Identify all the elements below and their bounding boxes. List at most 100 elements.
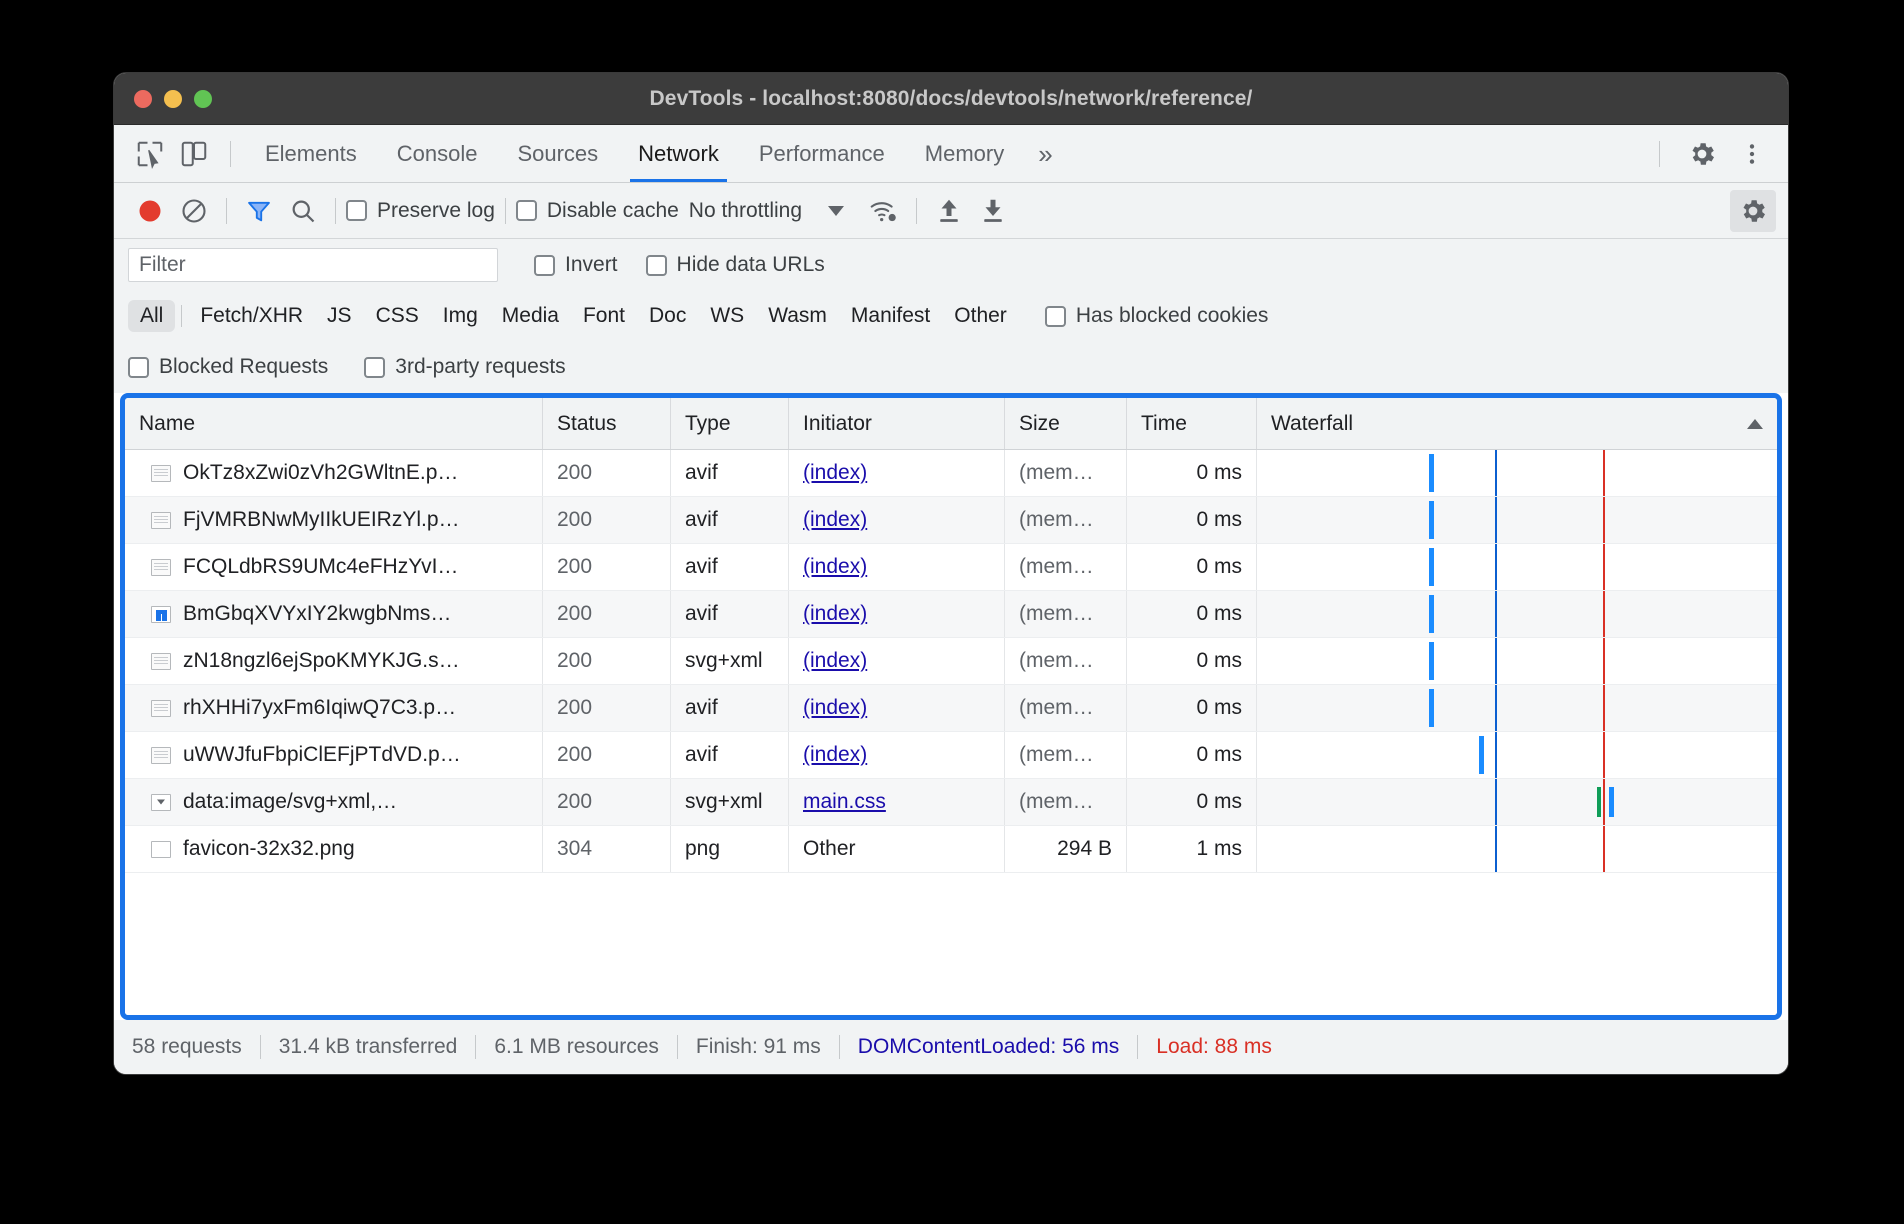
request-initiator[interactable]: main.css (789, 779, 1005, 825)
summary-domcontentloaded: DOMContentLoaded: 56 ms (840, 1035, 1137, 1059)
search-icon[interactable] (281, 190, 325, 232)
hide-data-urls-box[interactable] (646, 255, 667, 276)
record-button[interactable] (128, 190, 172, 232)
request-initiator[interactable]: (index) (789, 591, 1005, 637)
request-time: 0 ms (1127, 732, 1257, 778)
tab-memory[interactable]: Memory (905, 126, 1024, 182)
blocked-requests-box[interactable] (128, 357, 149, 378)
more-tabs-icon[interactable]: » (1024, 141, 1066, 167)
type-filter-all[interactable]: All (128, 300, 175, 332)
column-header-time[interactable]: Time (1127, 398, 1257, 449)
third-party-requests-box[interactable] (364, 357, 385, 378)
type-filter-font[interactable]: Font (571, 300, 637, 332)
table-row[interactable]: zN18ngzl6ejSpoKMYKJG.s… 200 svg+xml (ind… (125, 638, 1777, 685)
inspect-element-icon[interactable] (128, 133, 172, 175)
initiator-link[interactable]: (index) (803, 602, 867, 626)
minimize-window-button[interactable] (164, 90, 182, 108)
initiator-link[interactable]: (index) (803, 743, 867, 767)
tab-network[interactable]: Network (618, 126, 739, 182)
type-filter-other[interactable]: Other (942, 300, 1019, 332)
load-marker (1603, 591, 1605, 637)
request-type: avif (671, 732, 789, 778)
request-initiator[interactable]: (index) (789, 685, 1005, 731)
type-filter-manifest[interactable]: Manifest (839, 300, 942, 332)
initiator-link[interactable]: (index) (803, 461, 867, 485)
maximize-window-button[interactable] (194, 90, 212, 108)
table-row[interactable]: favicon-32x32.png 304 png Other 294 B 1 … (125, 826, 1777, 873)
request-initiator[interactable]: (index) (789, 732, 1005, 778)
disable-cache-box[interactable] (516, 200, 537, 221)
request-initiator[interactable]: (index) (789, 638, 1005, 684)
blocked-requests-checkbox[interactable]: Blocked Requests (128, 355, 328, 379)
column-header-initiator[interactable]: Initiator (789, 398, 1005, 449)
device-toolbar-icon[interactable] (172, 133, 216, 175)
type-filter-img[interactable]: Img (431, 300, 490, 332)
column-header-status[interactable]: Status (543, 398, 671, 449)
third-party-requests-checkbox[interactable]: 3rd-party requests (364, 355, 565, 379)
import-har-icon[interactable] (927, 190, 971, 232)
chevron-down-icon[interactable] (828, 206, 844, 216)
has-blocked-cookies-checkbox[interactable]: Has blocked cookies (1045, 304, 1269, 328)
window-traffic-lights (134, 90, 212, 108)
table-row[interactable]: uWWJfuFbpiClEFjPTdVD.p… 200 avif (index)… (125, 732, 1777, 779)
initiator-link[interactable]: main.css (803, 790, 886, 814)
table-row[interactable]: BmGbqXVYxIY2kwgbNms… 200 avif (index) (m… (125, 591, 1777, 638)
has-blocked-cookies-box[interactable] (1045, 306, 1066, 327)
caret-file-icon[interactable] (151, 794, 171, 811)
requests-table-body[interactable]: OkTz8xZwi0zVh2GWltnE.p… 200 avif (index)… (125, 450, 1777, 1015)
type-filter-js[interactable]: JS (315, 300, 364, 332)
invert-box[interactable] (534, 255, 555, 276)
table-row[interactable]: data:image/svg+xml,… 200 svg+xml main.cs… (125, 779, 1777, 826)
filter-funnel-icon[interactable] (237, 190, 281, 232)
column-header-name[interactable]: Name (125, 398, 543, 449)
invert-checkbox[interactable]: Invert (534, 253, 618, 277)
tab-console[interactable]: Console (377, 126, 498, 182)
close-window-button[interactable] (134, 90, 152, 108)
request-initiator[interactable]: (index) (789, 497, 1005, 543)
type-filter-fetch-xhr[interactable]: Fetch/XHR (188, 300, 315, 332)
preserve-log-checkbox[interactable]: Preserve log (346, 199, 495, 223)
preserve-log-box[interactable] (346, 200, 367, 221)
column-header-size[interactable]: Size (1005, 398, 1127, 449)
type-filter-css[interactable]: CSS (364, 300, 431, 332)
request-name: FjVMRBNwMyIIkUEIRzYl.p… (183, 508, 460, 532)
initiator-link[interactable]: (index) (803, 508, 867, 532)
blocked-filters-bar: Blocked Requests 3rd-party requests (114, 341, 1788, 393)
kebab-menu-icon[interactable] (1730, 133, 1774, 175)
table-row[interactable]: OkTz8xZwi0zVh2GWltnE.p… 200 avif (index)… (125, 450, 1777, 497)
request-waterfall (1257, 779, 1777, 825)
image-file-icon (151, 512, 171, 529)
table-row[interactable]: FCQLdbRS9UMc4eFHzYvI… 200 avif (index) (… (125, 544, 1777, 591)
throttling-select-value[interactable]: No throttling (689, 199, 802, 223)
type-filter-wasm[interactable]: Wasm (756, 300, 839, 332)
column-header-type[interactable]: Type (671, 398, 789, 449)
invert-label: Invert (565, 253, 618, 277)
hide-data-urls-checkbox[interactable]: Hide data URLs (646, 253, 825, 277)
network-summary-bar: 58 requests 31.4 kB transferred 6.1 MB r… (114, 1020, 1788, 1074)
type-filter-ws[interactable]: WS (698, 300, 756, 332)
dom-content-loaded-marker (1495, 591, 1497, 637)
disable-cache-checkbox[interactable]: Disable cache (516, 199, 679, 223)
initiator-link[interactable]: (index) (803, 555, 867, 579)
network-settings-gear-icon[interactable] (1730, 190, 1776, 232)
request-initiator[interactable]: (index) (789, 450, 1005, 496)
type-filter-doc[interactable]: Doc (637, 300, 698, 332)
table-row[interactable]: FjVMRBNwMyIIkUEIRzYl.p… 200 avif (index)… (125, 497, 1777, 544)
request-waterfall (1257, 826, 1777, 872)
column-header-waterfall[interactable]: Waterfall (1257, 398, 1777, 449)
tab-elements[interactable]: Elements (245, 126, 377, 182)
gear-icon[interactable] (1680, 133, 1724, 175)
clear-icon[interactable] (172, 190, 216, 232)
filter-input[interactable] (128, 248, 498, 282)
export-har-icon[interactable] (971, 190, 1015, 232)
waterfall-bar (1597, 787, 1601, 817)
type-filter-media[interactable]: Media (490, 300, 571, 332)
toolbar-divider (226, 198, 227, 224)
request-initiator[interactable]: (index) (789, 544, 1005, 590)
network-conditions-icon[interactable] (862, 190, 906, 232)
table-row[interactable]: rhXHHi7yxFm6IqiwQ7C3.p… 200 avif (index)… (125, 685, 1777, 732)
tab-performance[interactable]: Performance (739, 126, 905, 182)
initiator-link[interactable]: (index) (803, 649, 867, 673)
tab-sources[interactable]: Sources (497, 126, 618, 182)
initiator-link[interactable]: (index) (803, 696, 867, 720)
